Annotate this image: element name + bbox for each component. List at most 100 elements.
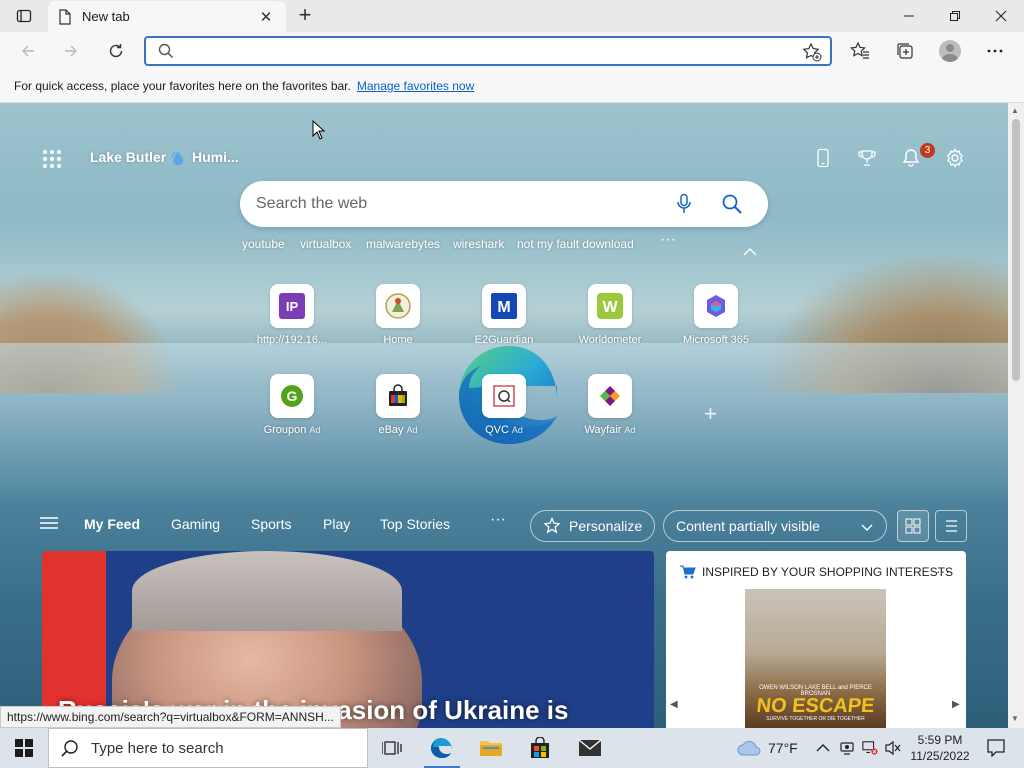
page-settings-button[interactable] — [942, 145, 968, 171]
cloud-icon — [737, 740, 761, 756]
address-input[interactable] — [182, 42, 782, 60]
tab-new-tab[interactable]: New tab ✕ — [48, 1, 286, 32]
microphone-icon[interactable] — [676, 193, 692, 215]
product-image[interactable]: OWEN WILSON LAKE BELL and PIERCE BROSNAN… — [745, 589, 886, 728]
taskbar-store-button[interactable] — [516, 728, 564, 768]
task-view-button[interactable] — [368, 728, 416, 768]
mail-icon — [578, 739, 602, 756]
chevron-up-icon[interactable] — [742, 247, 758, 257]
close-window-button[interactable] — [978, 0, 1024, 32]
app-launcher-button[interactable] — [40, 147, 64, 171]
vertical-scrollbar[interactable]: ▲ ▼ — [1008, 103, 1024, 728]
taskbar-search-box[interactable] — [48, 728, 368, 768]
taskbar-mail-button[interactable] — [566, 728, 614, 768]
start-button[interactable] — [0, 728, 48, 768]
tab-actions-button[interactable] — [8, 4, 40, 28]
back-button[interactable] — [13, 37, 43, 65]
taskbar-edge-button[interactable] — [418, 728, 466, 768]
trending-search-item[interactable]: not my fault download — [517, 237, 634, 251]
shopping-card-more-button[interactable]: ··· — [936, 563, 950, 579]
quick-link-tile[interactable]: Microsoft 365 — [666, 284, 766, 346]
action-center-button[interactable] — [976, 728, 1016, 768]
carousel-next-icon[interactable]: ▶ — [952, 699, 960, 710]
shopping-card[interactable]: INSPIRED BY YOUR SHOPPING INTERESTS ··· … — [666, 551, 966, 728]
content-visibility-dropdown[interactable]: Content partially visible — [663, 510, 887, 542]
restore-button[interactable] — [932, 0, 978, 32]
quick-link-tile[interactable]: QVC Ad — [454, 374, 554, 436]
more-trending-button[interactable]: ··· — [660, 231, 676, 249]
personalize-button[interactable]: Personalize — [530, 510, 655, 542]
scroll-down-icon[interactable]: ▼ — [1011, 714, 1019, 723]
carousel-previous-icon[interactable]: ◀ — [670, 699, 678, 710]
humidity-drop-icon — [171, 151, 183, 166]
close-tab-icon[interactable]: ✕ — [256, 8, 276, 26]
favorites-bar-message: For quick access, place your favorites h… — [14, 79, 351, 93]
feed-tab-top-stories[interactable]: Top Stories — [380, 516, 450, 532]
search-icon[interactable] — [721, 193, 743, 215]
phone-icon — [817, 148, 829, 168]
poster-tagline: SURVIVE TOGETHER OR DIE TOGETHER — [766, 716, 865, 722]
web-search-input[interactable] — [256, 193, 656, 215]
more-feed-tabs-button[interactable]: ··· — [490, 511, 506, 529]
tab-actions-icon — [16, 9, 32, 23]
bell-icon — [902, 149, 920, 167]
trending-search-item[interactable]: virtualbox — [300, 237, 351, 251]
quick-link-tile[interactable]: Wayfair Ad — [560, 374, 660, 436]
grid-layout-button[interactable] — [897, 510, 929, 542]
svg-text:W: W — [602, 299, 618, 316]
feed-tab-gaming[interactable]: Gaming — [171, 516, 220, 532]
taskbar-weather[interactable]: 77°F — [736, 728, 798, 768]
taskbar-clock[interactable]: 5:59 PM 11/25/2022 — [906, 732, 974, 764]
manage-favorites-link[interactable]: Manage favorites now — [357, 79, 474, 93]
feed-tab-sports[interactable]: Sports — [251, 516, 291, 532]
favorites-button[interactable] — [845, 37, 875, 65]
collections-button[interactable] — [890, 37, 920, 65]
add-quick-link-button[interactable]: + — [704, 401, 717, 427]
quick-link-tile[interactable]: W Worldometer — [560, 284, 660, 346]
mobile-app-button[interactable] — [810, 145, 836, 171]
weather-label[interactable]: Humi... — [192, 149, 239, 165]
show-hidden-icons-button[interactable] — [815, 740, 831, 756]
profile-button[interactable] — [935, 37, 965, 65]
feed-tab-play[interactable]: Play — [323, 516, 350, 532]
quick-link-tile[interactable]: Home — [348, 284, 448, 346]
quick-link-tile[interactable]: G Groupon Ad — [242, 374, 342, 436]
taskbar-file-explorer-button[interactable] — [467, 728, 515, 768]
news-hero-card[interactable]: Russia's war in the invasion of Ukraine … — [42, 551, 654, 728]
taskbar-search-input[interactable] — [91, 739, 341, 757]
settings-and-more-button[interactable] — [980, 37, 1010, 65]
trending-search-item[interactable]: youtube — [242, 237, 285, 251]
trending-search-item[interactable]: malwarebytes — [366, 237, 440, 251]
refresh-button[interactable] — [101, 37, 131, 65]
list-layout-button[interactable] — [935, 510, 967, 542]
quick-link-tile[interactable]: eBay Ad — [348, 374, 448, 436]
network-status-button[interactable] — [862, 740, 878, 756]
quick-link-tile[interactable]: IP http://192.16... — [242, 284, 342, 346]
forward-button[interactable] — [56, 37, 86, 65]
collections-icon — [897, 43, 913, 59]
chevron-down-icon — [861, 524, 873, 531]
rewards-button[interactable] — [854, 145, 880, 171]
location-label[interactable]: Lake Butler — [90, 149, 166, 165]
clock-time: 5:59 PM — [917, 733, 963, 747]
minimize-button[interactable] — [886, 0, 932, 32]
scroll-up-icon[interactable]: ▲ — [1011, 106, 1019, 115]
address-bar[interactable] — [144, 36, 832, 66]
minimize-icon — [904, 15, 914, 17]
trending-search-item[interactable]: wireshark — [453, 237, 504, 251]
gear-icon — [947, 148, 963, 168]
volume-button[interactable] — [885, 740, 901, 756]
hamburger-menu-icon[interactable] — [40, 516, 58, 530]
quick-link-tile[interactable]: M E2Guardian — [454, 284, 554, 346]
web-search-box[interactable] — [240, 181, 768, 227]
tray-app-icon[interactable] — [839, 740, 855, 756]
add-favorite-icon[interactable] — [802, 42, 822, 62]
shopping-cart-icon — [680, 565, 696, 579]
feed-tab-my-feed[interactable]: My Feed — [84, 516, 140, 532]
avatar — [939, 40, 961, 62]
scrollbar-thumb[interactable] — [1012, 119, 1020, 381]
ip-icon: IP — [270, 284, 314, 328]
new-tab-button[interactable]: + — [292, 4, 318, 28]
title-bar: New tab ✕ + — [0, 0, 1024, 32]
groupon-icon: G — [270, 374, 314, 418]
